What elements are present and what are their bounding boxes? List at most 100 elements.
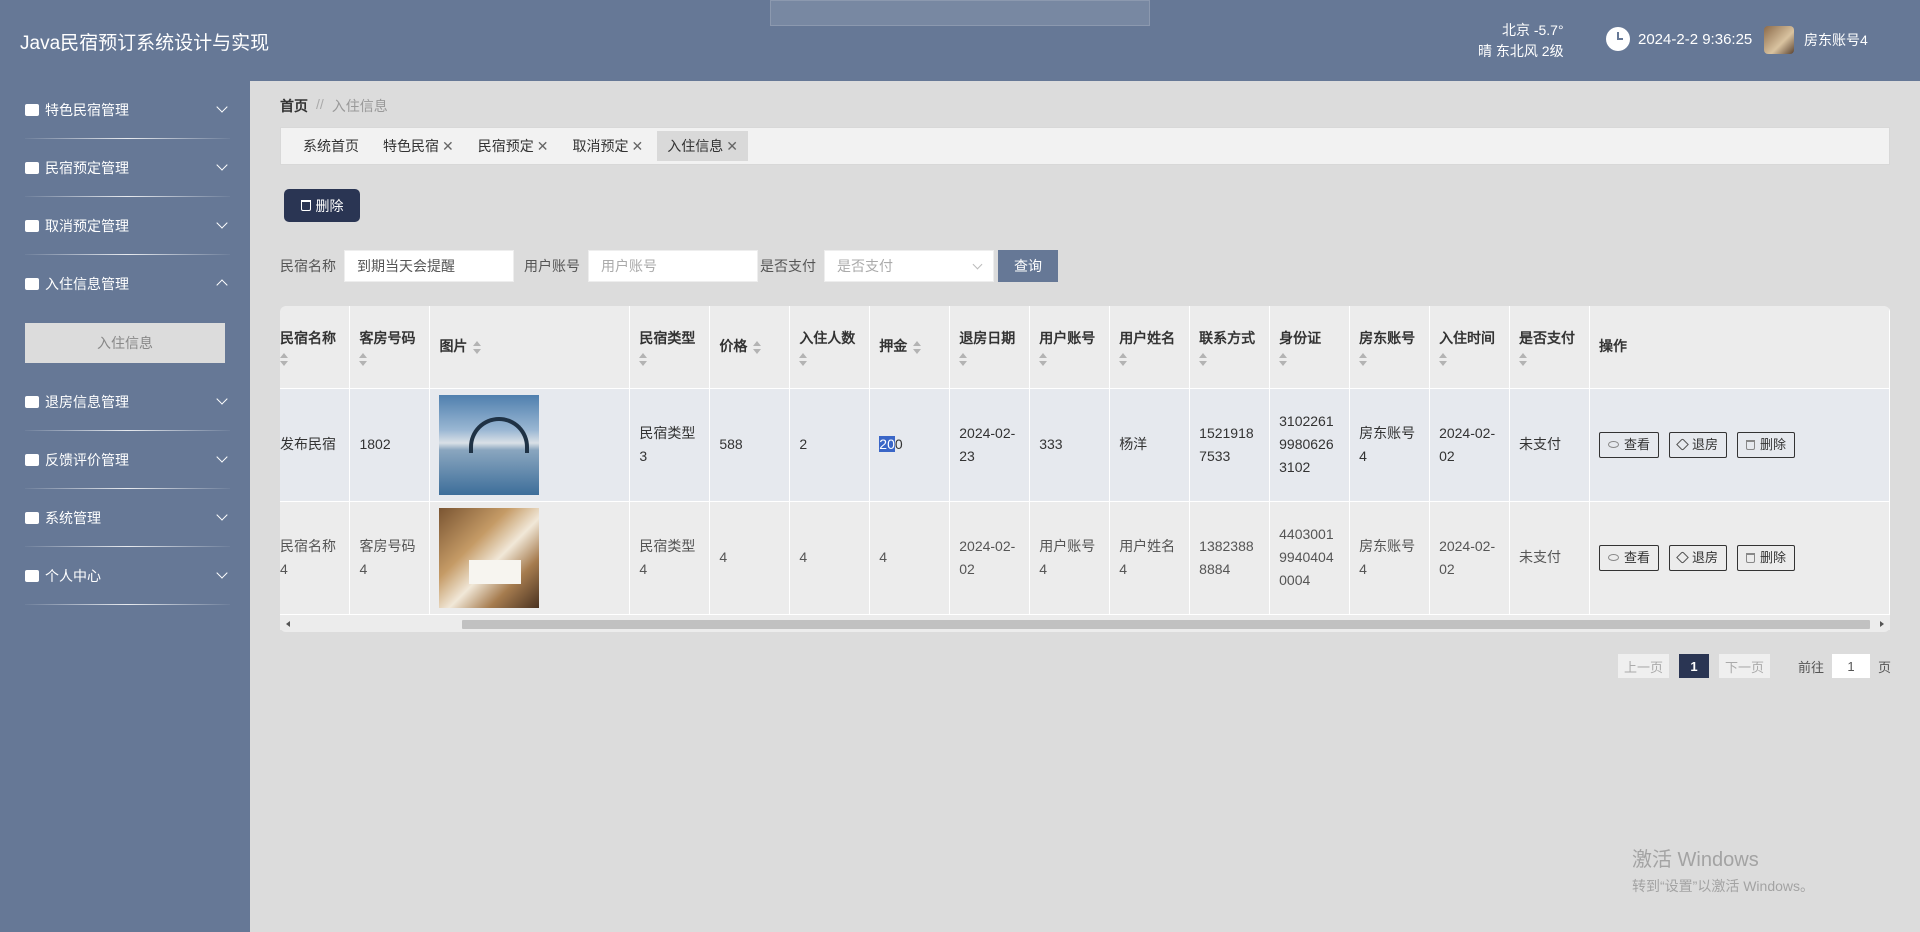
goto-label: 前往 (1798, 659, 1825, 675)
bulk-delete-button[interactable]: 删除 (284, 189, 360, 222)
view-button[interactable]: 查看 (1599, 431, 1660, 458)
clipboard-icon (25, 396, 39, 408)
goto-page-input[interactable]: 1 (1832, 654, 1871, 678)
col-header-landlord[interactable]: 房东账号 (1349, 306, 1431, 389)
col-header-type[interactable]: 民宿类型 (629, 306, 711, 389)
prev-page-button[interactable]: 上一页 (1618, 654, 1670, 678)
close-icon[interactable]: ✕ (631, 138, 643, 155)
sidebar-item-cancel-booking[interactable]: 取消预定管理 (0, 197, 250, 255)
sort-icon[interactable] (1519, 352, 1528, 367)
weather-condition: 晴 东北风 2级 (1478, 43, 1564, 59)
checkout-label: 退房 (1692, 550, 1719, 565)
col-header-checkin[interactable]: 入住时间 (1429, 306, 1511, 389)
sidebar-item-checkin[interactable]: 入住信息管理 (0, 255, 250, 313)
sidebar-item-feedback[interactable]: 反馈评价管理 (0, 431, 250, 489)
table-row[interactable]: 民宿名称4 客房号码4 民宿类型4 4 4 4 2024-02-02 用户账号4… (280, 501, 1890, 615)
sort-icon[interactable] (1039, 352, 1048, 367)
tab-checkin[interactable]: 入住信息 ✕ (657, 131, 748, 161)
col-header-checkout-date[interactable]: 退房日期 (949, 306, 1031, 389)
close-icon[interactable]: ✕ (726, 138, 738, 155)
next-page-button[interactable]: 下一页 (1719, 654, 1771, 678)
sort-icon[interactable] (913, 340, 922, 355)
tab-booking[interactable]: 民宿预定 ✕ (468, 131, 559, 161)
tab-label: 入住信息 (667, 138, 724, 154)
cell-type: 民宿类型4 (629, 501, 711, 615)
sort-icon[interactable] (473, 340, 482, 355)
col-header-price[interactable]: 价格 (709, 306, 791, 389)
delete-button[interactable]: 删除 (1737, 431, 1796, 458)
sidebar-item-profile[interactable]: 个人中心 (0, 547, 250, 605)
header-label: 图片 (439, 338, 468, 355)
sort-icon[interactable] (359, 352, 368, 367)
tab-cancel[interactable]: 取消预定 ✕ (562, 131, 653, 161)
col-header-paid[interactable]: 是否支付 (1509, 306, 1590, 389)
sort-icon[interactable] (753, 340, 762, 355)
col-header-image[interactable]: 图片 (429, 306, 631, 389)
sort-icon[interactable] (959, 352, 968, 367)
col-header-idcard[interactable]: 身份证 (1269, 306, 1351, 389)
homestay-name-input[interactable]: 到期当天会提醒 (344, 250, 514, 282)
cell-idcard: 310226199806263102 (1269, 388, 1351, 502)
query-button[interactable]: 查询 (998, 250, 1058, 282)
sort-icon[interactable] (1439, 352, 1448, 367)
avatar[interactable] (1764, 26, 1794, 54)
cell-landlord: 房东账号4 (1349, 501, 1431, 615)
user-menu[interactable]: 房东账号4 (1764, 26, 1868, 54)
tab-bar: 系统首页 特色民宿 ✕ 民宿预定 ✕ 取消预定 ✕ 入住信息 ✕ (280, 127, 1890, 165)
cell-username: 杨洋 (1109, 388, 1191, 502)
view-button[interactable]: 查看 (1599, 544, 1660, 571)
tab-home[interactable]: 系统首页 (293, 131, 369, 161)
header-label: 价格 (719, 338, 748, 355)
breadcrumb-home[interactable]: 首页 (280, 96, 308, 116)
col-header-people[interactable]: 入住人数 (789, 306, 871, 389)
sort-icon[interactable] (1119, 352, 1128, 367)
col-header-room[interactable]: 客房号码 (349, 306, 431, 389)
col-header-user[interactable]: 用户账号 (1029, 306, 1111, 389)
scroll-right-icon[interactable] (1880, 621, 1884, 627)
header-label: 民宿名称 (280, 329, 336, 346)
chevron-down-icon (216, 217, 228, 229)
sidebar-item-featured-homestay[interactable]: 特色民宿管理 (0, 81, 250, 139)
cell-deposit: 4 (869, 501, 951, 615)
col-header-deposit[interactable]: 押金 (869, 306, 951, 389)
sidebar-item-system[interactable]: 系统管理 (0, 489, 250, 547)
page-1-button[interactable]: 1 (1679, 654, 1710, 678)
goto-page: 前往 1 页 (1798, 654, 1891, 678)
header-label: 入住人数 (799, 329, 856, 346)
homestay-image[interactable] (439, 394, 540, 495)
checkout-button[interactable]: 退房 (1669, 431, 1728, 458)
header-label: 身份证 (1279, 329, 1322, 346)
sort-icon[interactable] (1279, 352, 1288, 367)
sort-icon[interactable] (1359, 352, 1368, 367)
close-icon[interactable]: ✕ (537, 138, 549, 155)
paid-select[interactable]: 是否支付 (824, 250, 994, 282)
checkout-button[interactable]: 退房 (1669, 544, 1728, 571)
tab-label: 特色民宿 (383, 138, 439, 154)
user-name[interactable]: 房东账号4 (1804, 30, 1868, 50)
sidebar-item-checkout[interactable]: 退房信息管理 (0, 373, 250, 431)
sort-icon[interactable] (1199, 352, 1208, 367)
sort-icon[interactable] (280, 352, 288, 367)
sort-icon[interactable] (799, 352, 808, 367)
sort-icon[interactable] (639, 352, 648, 367)
view-label: 查看 (1624, 437, 1651, 452)
tab-featured[interactable]: 特色民宿 ✕ (373, 131, 464, 161)
scroll-left-icon[interactable] (286, 621, 290, 627)
sidebar-item-booking[interactable]: 民宿预定管理 (0, 139, 250, 197)
scrollbar-thumb[interactable] (462, 620, 1870, 629)
cell-paid: 未支付 (1509, 501, 1590, 615)
watermark-subtitle: 转到“设置”以激活 Windows。 (1632, 878, 1815, 894)
delete-button[interactable]: 删除 (1737, 544, 1796, 571)
table-row[interactable]: 发布民宿 1802 民宿类型3 588 2 200 2024-02-23 333… (280, 388, 1890, 502)
col-header-name[interactable]: 民宿名称 (280, 306, 351, 389)
cell-name: 发布民宿 (280, 388, 351, 502)
col-header-username[interactable]: 用户姓名 (1109, 306, 1191, 389)
close-icon[interactable]: ✕ (442, 138, 454, 155)
chevron-down-icon (216, 567, 228, 579)
sidebar-subitem-checkin-info[interactable]: 入住信息 (25, 323, 225, 363)
homestay-image[interactable] (439, 507, 540, 608)
user-account-input[interactable]: 用户账号 (588, 250, 758, 282)
col-header-phone[interactable]: 联系方式 (1189, 306, 1271, 389)
horizontal-scrollbar[interactable] (280, 618, 1890, 630)
cell-people: 4 (789, 501, 871, 615)
